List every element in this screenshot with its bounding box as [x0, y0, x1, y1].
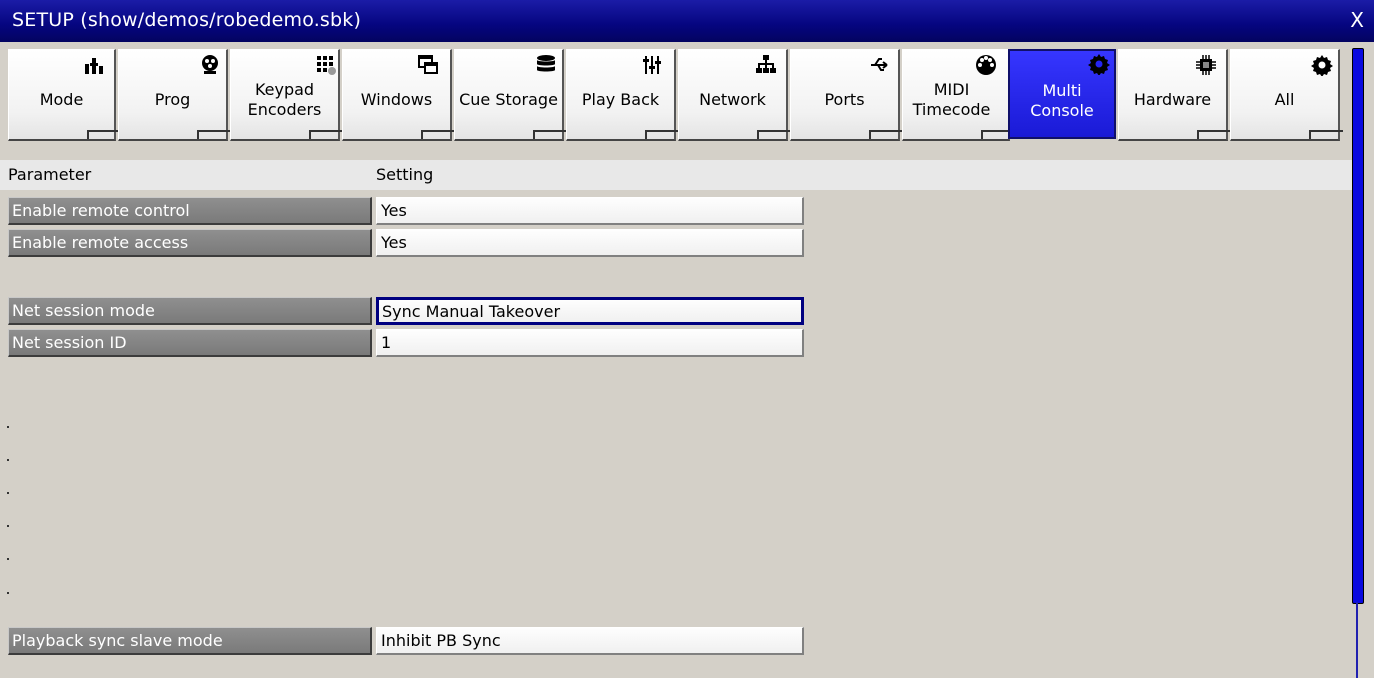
keypad-icon — [317, 56, 336, 75]
tab-label: Cue Storage — [459, 90, 558, 109]
table-row: Enable remote access Yes — [8, 228, 804, 260]
parameter-name: Net session mode — [8, 297, 372, 325]
table-row: Enable remote control Yes — [8, 196, 804, 228]
tab-label: Ports — [824, 90, 865, 109]
usb-icon — [871, 58, 888, 71]
vertical-scrollbar-track[interactable] — [1356, 602, 1358, 678]
tab-label: Play Back — [581, 90, 660, 109]
window-title: SETUP (show/demos/robedemo.sbk) — [12, 9, 362, 31]
network-icon — [756, 55, 776, 73]
tab-network[interactable]: Network — [678, 49, 791, 141]
window-titlebar: SETUP (show/demos/robedemo.sbk) X — [0, 0, 1374, 42]
setting-column-header: Setting — [376, 165, 434, 184]
tab-cue-storage[interactable]: Cue Storage — [454, 49, 567, 141]
parameter-name: Playback sync slave mode — [8, 627, 372, 655]
tab-label: MIDI Timecode — [912, 80, 991, 119]
setup-tab-bar: Mode Prog Keypad Encoders Windows Cue St… — [8, 49, 1348, 141]
fixture-icon — [202, 55, 218, 74]
parameter-column-header: Parameter — [8, 165, 92, 184]
tab-label: Multi Console — [1030, 81, 1094, 120]
parameter-name: Enable remote access — [8, 229, 372, 257]
table-header: Parameter Setting — [0, 160, 1352, 190]
chip-icon — [1196, 55, 1216, 75]
setting-value[interactable]: Inhibit PB Sync — [376, 627, 804, 655]
tab-keypad-encoders[interactable]: Keypad Encoders — [230, 49, 343, 141]
tab-label: Prog — [154, 90, 191, 109]
tab-hardware[interactable]: Hardware — [1118, 49, 1231, 141]
windows-icon — [418, 55, 438, 74]
tab-ports[interactable]: Ports — [790, 49, 903, 141]
wrench-tools-icon — [85, 58, 103, 74]
table-row: Playback sync slave mode Inhibit PB Sync — [8, 626, 804, 658]
tab-midi-timecode[interactable]: MIDI Timecode — [902, 49, 1015, 141]
setting-value[interactable]: Yes — [376, 197, 804, 225]
midi-icon — [976, 55, 996, 75]
parameter-name: Enable remote control — [8, 197, 372, 225]
tab-label: Windows — [360, 90, 433, 109]
database-icon — [537, 55, 555, 72]
tab-prog[interactable]: Prog — [118, 49, 231, 141]
tab-all[interactable]: All — [1230, 49, 1343, 141]
tab-label: Mode — [39, 90, 84, 109]
tab-multi-console[interactable]: Multi Console — [1008, 49, 1116, 139]
close-button[interactable]: X — [1350, 8, 1364, 32]
tab-windows[interactable]: Windows — [342, 49, 455, 141]
setting-value-focused[interactable]: Sync Manual Takeover — [376, 297, 804, 325]
setting-value[interactable]: 1 — [376, 329, 804, 357]
tab-label: Hardware — [1133, 90, 1212, 109]
faders-icon — [643, 56, 661, 74]
table-row: Net session ID 1 — [8, 328, 804, 360]
tab-mode[interactable]: Mode — [8, 49, 121, 141]
gear-icon — [1311, 55, 1333, 76]
tab-label: All — [1274, 90, 1295, 109]
setting-value[interactable]: Yes — [376, 229, 804, 257]
tab-play-back[interactable]: Play Back — [566, 49, 679, 141]
tab-label: Keypad Encoders — [247, 80, 322, 119]
vertical-scrollbar-thumb[interactable] — [1352, 48, 1364, 604]
parameter-name: Net session ID — [8, 329, 372, 357]
tab-label: Network — [699, 90, 766, 109]
gear-icon — [1088, 54, 1110, 75]
table-row: Net session mode Sync Manual Takeover — [8, 296, 804, 328]
